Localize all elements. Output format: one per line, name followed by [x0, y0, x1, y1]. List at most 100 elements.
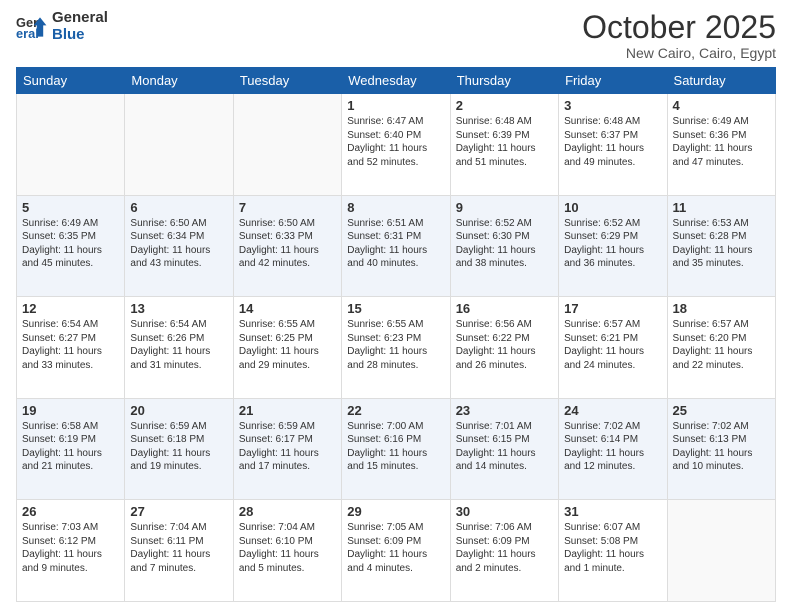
calendar-cell: 23Sunrise: 7:01 AM Sunset: 6:15 PM Dayli… — [450, 398, 558, 500]
weekday-header-thursday: Thursday — [450, 68, 558, 94]
calendar-cell: 19 Sunrise: 6:58 AM Sunset: 6:19 PM Dayli… — [17, 398, 125, 500]
day-number: 11 — [673, 200, 770, 215]
day-number: 16 — [456, 301, 553, 316]
calendar-cell — [233, 94, 341, 196]
page-header: Gen eral General Blue October 2025 New C… — [16, 10, 776, 61]
calendar-cell: 27Sunrise: 7:04 AM Sunset: 6:11 PM Dayli… — [125, 500, 233, 602]
day-number: 30 — [456, 504, 553, 519]
svg-text:eral: eral — [16, 26, 39, 41]
calendar-cell: 26 Sunrise: 7:03 AM Sunset: 6:12 PM Dayli… — [17, 500, 125, 602]
weekday-header-saturday: Saturday — [667, 68, 775, 94]
calendar-cell: 10 Sunrise: 6:52 AM Sunset: 6:29 PM Dayli… — [559, 195, 667, 297]
calendar-cell: 7Sunrise: 6:50 AM Sunset: 6:33 PM Daylig… — [233, 195, 341, 297]
cell-info: Sunrise: 7:03 AM Sunset: 6:12 PM Dayligh… — [22, 521, 119, 575]
calendar-cell: 4 Sunrise: 6:49 AM Sunset: 6:36 PM Daylig… — [667, 94, 775, 196]
cell-info: Sunrise: 7:04 AM Sunset: 6:10 PM Dayligh… — [239, 521, 336, 575]
day-number: 18 — [673, 301, 770, 316]
day-number: 12 — [22, 301, 119, 316]
cell-info: Sunrise: 6:50 AM Sunset: 6:34 PM Dayligh… — [130, 217, 227, 271]
weekday-header-sunday: Sunday — [17, 68, 125, 94]
calendar-cell: 17 Sunrise: 6:57 AM Sunset: 6:21 PM Dayli… — [559, 297, 667, 399]
day-number: 25 — [673, 403, 770, 418]
logo-text-line2: Blue — [52, 27, 108, 44]
cell-info: Sunrise: 6:52 AM Sunset: 6:29 PM Dayligh… — [564, 217, 661, 271]
calendar-cell: 20Sunrise: 6:59 AM Sunset: 6:18 PM Dayli… — [125, 398, 233, 500]
calendar-cell: 31Sunrise: 6:07 AM Sunset: 5:08 PM Dayli… — [559, 500, 667, 602]
cell-info: Sunrise: 6:59 AM Sunset: 6:17 PM Dayligh… — [239, 420, 336, 474]
day-number: 5 — [22, 200, 119, 215]
calendar-cell: 3 Sunrise: 6:48 AM Sunset: 6:37 PM Daylig… — [559, 94, 667, 196]
day-number: 3 — [564, 98, 661, 113]
cell-info: Sunrise: 7:05 AM Sunset: 6:09 PM Dayligh… — [347, 521, 444, 575]
cell-info: Sunrise: 6:48 AM Sunset: 6:37 PM Dayligh… — [564, 115, 661, 169]
month-title: October 2025 — [582, 10, 776, 45]
weekday-header-wednesday: Wednesday — [342, 68, 450, 94]
logo: Gen eral General Blue — [16, 10, 108, 43]
calendar-cell: 18 Sunrise: 6:57 AM Sunset: 6:20 PM Dayli… — [667, 297, 775, 399]
day-number: 19 — [22, 403, 119, 418]
day-number: 8 — [347, 200, 444, 215]
calendar-cell: 30 Sunrise: 7:06 AM Sunset: 6:09 PM Dayli… — [450, 500, 558, 602]
calendar-cell — [667, 500, 775, 602]
day-number: 6 — [130, 200, 227, 215]
weekday-header-row: SundayMondayTuesdayWednesdayThursdayFrid… — [17, 68, 776, 94]
calendar-cell: 22Sunrise: 7:00 AM Sunset: 6:16 PM Dayli… — [342, 398, 450, 500]
logo-icon: Gen eral — [16, 11, 48, 43]
calendar-cell: 24 Sunrise: 7:02 AM Sunset: 6:14 PM Dayli… — [559, 398, 667, 500]
day-number: 22 — [347, 403, 444, 418]
cell-info: Sunrise: 6:54 AM Sunset: 6:26 PM Dayligh… — [130, 318, 227, 372]
day-number: 13 — [130, 301, 227, 316]
calendar-cell: 15Sunrise: 6:55 AM Sunset: 6:23 PM Dayli… — [342, 297, 450, 399]
cell-info: Sunrise: 6:49 AM Sunset: 6:35 PM Dayligh… — [22, 217, 119, 271]
cell-info: Sunrise: 6:54 AM Sunset: 6:27 PM Dayligh… — [22, 318, 119, 372]
calendar-cell — [17, 94, 125, 196]
calendar-cell: 1 Sunrise: 6:47 AM Sunset: 6:40 PM Daylig… — [342, 94, 450, 196]
cell-info: Sunrise: 7:02 AM Sunset: 6:14 PM Dayligh… — [564, 420, 661, 474]
cell-info: Sunrise: 6:57 AM Sunset: 6:21 PM Dayligh… — [564, 318, 661, 372]
cell-info: Sunrise: 7:04 AM Sunset: 6:11 PM Dayligh… — [130, 521, 227, 575]
calendar-cell: 8 Sunrise: 6:51 AM Sunset: 6:31 PM Daylig… — [342, 195, 450, 297]
cell-info: Sunrise: 6:55 AM Sunset: 6:25 PM Dayligh… — [239, 318, 336, 372]
calendar-cell — [125, 94, 233, 196]
calendar-cell: 5 Sunrise: 6:49 AM Sunset: 6:35 PM Daylig… — [17, 195, 125, 297]
calendar-cell: 16 Sunrise: 6:56 AM Sunset: 6:22 PM Dayli… — [450, 297, 558, 399]
weekday-header-tuesday: Tuesday — [233, 68, 341, 94]
calendar-week-row: 26 Sunrise: 7:03 AM Sunset: 6:12 PM Dayli… — [17, 500, 776, 602]
calendar-cell: 12 Sunrise: 6:54 AM Sunset: 6:27 PM Dayli… — [17, 297, 125, 399]
cell-info: Sunrise: 6:57 AM Sunset: 6:20 PM Dayligh… — [673, 318, 770, 372]
day-number: 15 — [347, 301, 444, 316]
calendar-cell: 13 Sunrise: 6:54 AM Sunset: 6:26 PM Dayli… — [125, 297, 233, 399]
calendar-week-row: 12 Sunrise: 6:54 AM Sunset: 6:27 PM Dayli… — [17, 297, 776, 399]
day-number: 28 — [239, 504, 336, 519]
cell-info: Sunrise: 6:58 AM Sunset: 6:19 PM Dayligh… — [22, 420, 119, 474]
day-number: 7 — [239, 200, 336, 215]
cell-info: Sunrise: 7:06 AM Sunset: 6:09 PM Dayligh… — [456, 521, 553, 575]
day-number: 2 — [456, 98, 553, 113]
day-number: 1 — [347, 98, 444, 113]
day-number: 17 — [564, 301, 661, 316]
calendar-cell: 28 Sunrise: 7:04 AM Sunset: 6:10 PM Dayli… — [233, 500, 341, 602]
cell-info: Sunrise: 7:02 AM Sunset: 6:13 PM Dayligh… — [673, 420, 770, 474]
calendar-cell: 2Sunrise: 6:48 AM Sunset: 6:39 PM Daylig… — [450, 94, 558, 196]
title-block: October 2025 New Cairo, Cairo, Egypt — [582, 10, 776, 61]
cell-info: Sunrise: 6:47 AM Sunset: 6:40 PM Dayligh… — [347, 115, 444, 169]
weekday-header-monday: Monday — [125, 68, 233, 94]
day-number: 10 — [564, 200, 661, 215]
calendar-cell: 6 Sunrise: 6:50 AM Sunset: 6:34 PM Daylig… — [125, 195, 233, 297]
cell-info: Sunrise: 6:49 AM Sunset: 6:36 PM Dayligh… — [673, 115, 770, 169]
day-number: 14 — [239, 301, 336, 316]
cell-info: Sunrise: 6:53 AM Sunset: 6:28 PM Dayligh… — [673, 217, 770, 271]
location-text: New Cairo, Cairo, Egypt — [582, 45, 776, 61]
cell-info: Sunrise: 6:56 AM Sunset: 6:22 PM Dayligh… — [456, 318, 553, 372]
day-number: 23 — [456, 403, 553, 418]
cell-info: Sunrise: 6:51 AM Sunset: 6:31 PM Dayligh… — [347, 217, 444, 271]
cell-info: Sunrise: 6:52 AM Sunset: 6:30 PM Dayligh… — [456, 217, 553, 271]
day-number: 24 — [564, 403, 661, 418]
day-number: 20 — [130, 403, 227, 418]
day-number: 21 — [239, 403, 336, 418]
calendar-cell: 9Sunrise: 6:52 AM Sunset: 6:30 PM Daylig… — [450, 195, 558, 297]
calendar-cell: 11 Sunrise: 6:53 AM Sunset: 6:28 PM Dayli… — [667, 195, 775, 297]
calendar-week-row: 5 Sunrise: 6:49 AM Sunset: 6:35 PM Daylig… — [17, 195, 776, 297]
day-number: 26 — [22, 504, 119, 519]
day-number: 4 — [673, 98, 770, 113]
